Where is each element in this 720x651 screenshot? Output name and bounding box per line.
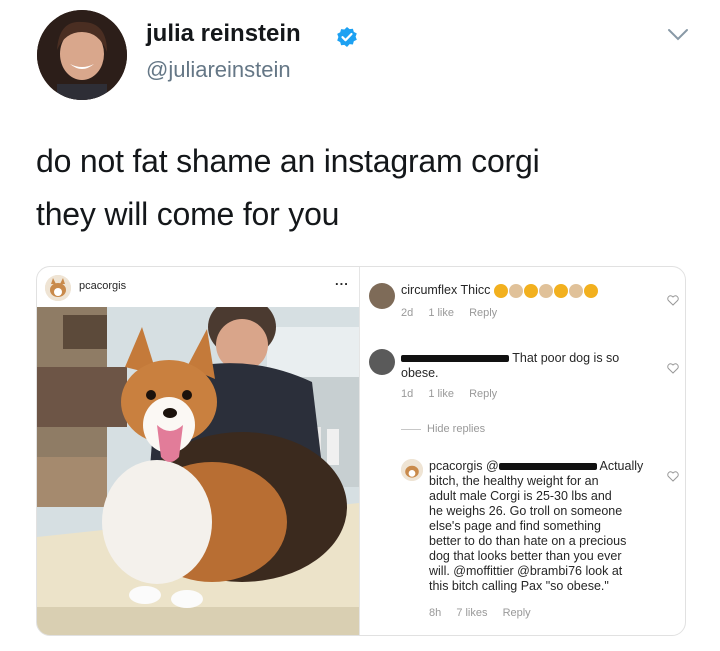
reply-line: he weighs 26. Go troll on someone: [429, 504, 623, 518]
comment-1-username[interactable]: circumflex: [401, 283, 457, 297]
reply-time: 8h: [429, 607, 442, 619]
heart-icon[interactable]: [667, 363, 679, 374]
heart-icon[interactable]: [667, 295, 679, 306]
embedded-instagram-screenshot: pcacorgis ... circumflex Thicc 2d 1 like…: [36, 266, 686, 636]
comment-1-likes[interactable]: 1 like: [428, 307, 454, 319]
heart-eyes-emoji-icon: [553, 283, 568, 298]
post-author-avatar[interactable]: [45, 275, 71, 301]
tweet-text-line-2: they will come for you: [36, 196, 340, 232]
reply-author-avatar[interactable]: [401, 459, 423, 481]
reply-line: bitch, the healthy weight for an: [429, 474, 599, 488]
comment-2-reply-button[interactable]: Reply: [469, 388, 497, 400]
corgi-photo: [37, 307, 359, 635]
comment-1-meta: 2d 1 like Reply: [401, 307, 509, 319]
chevron-down-icon[interactable]: [667, 28, 689, 42]
redacted-mention: [498, 463, 597, 471]
user-handle[interactable]: @juliareinstein: [146, 57, 291, 83]
heart-eyes-emoji-icon: [523, 283, 538, 298]
comment-2-text-line-2: obese.: [401, 366, 439, 380]
comment-2-text-line-1: That poor dog is so: [512, 351, 620, 365]
heart-icon[interactable]: [667, 471, 679, 482]
commenter-avatar[interactable]: [369, 349, 395, 375]
dog-face-emoji-icon: [508, 283, 523, 298]
reply-line: dog that looks better than you ever: [429, 549, 622, 563]
reply-likes[interactable]: 7 likes: [456, 607, 487, 619]
comment-1-time: 2d: [401, 307, 414, 319]
reply-line: else's page and find something: [429, 519, 601, 533]
comment-2-likes[interactable]: 1 like: [428, 388, 454, 400]
reply-meta: 8h 7 likes Reply: [429, 607, 543, 619]
redacted-username: [401, 355, 509, 363]
heart-eyes-emoji-icon: [583, 283, 598, 298]
more-options-icon[interactable]: ...: [335, 273, 349, 288]
tweet-text-line-1: do not fat shame an instagram corgi: [36, 143, 540, 179]
comment-1-text: Thicc: [460, 283, 491, 297]
reply-reply-button[interactable]: Reply: [503, 607, 531, 619]
reply-line: better to do than hate on a precious: [429, 534, 627, 548]
reply-first-word: Actually: [599, 459, 644, 473]
comment-2: That poor dog is so obese.: [401, 351, 671, 381]
display-name[interactable]: julia reinstein: [146, 20, 301, 48]
hide-replies-link[interactable]: Hide replies: [427, 423, 485, 435]
reply-username[interactable]: pcacorgis: [429, 459, 483, 473]
profile-avatar[interactable]: [37, 10, 127, 100]
reply-mention-prefix: @: [485, 459, 499, 473]
divider: [401, 429, 421, 430]
comment-1: circumflex Thicc: [401, 283, 599, 298]
reply-comment: pcacorgis @ Actually bitch, the healthy …: [429, 459, 669, 594]
post-username[interactable]: pcacorgis: [79, 280, 126, 292]
reply-line: will. @moffittier @brambi76 look at: [429, 564, 623, 578]
verified-badge-icon: [336, 26, 358, 48]
comment-2-meta: 1d 1 like Reply: [401, 388, 509, 400]
reply-line: adult male Corgi is 25-30 lbs and: [429, 489, 612, 503]
instagram-comments-panel: circumflex Thicc 2d 1 like Reply That po…: [367, 267, 685, 635]
dog-face-emoji-icon: [568, 283, 583, 298]
comment-2-time: 1d: [401, 388, 414, 400]
dog-face-emoji-icon: [538, 283, 553, 298]
commenter-avatar[interactable]: [369, 283, 395, 309]
heart-eyes-emoji-icon: [493, 283, 508, 298]
comment-1-reply-button[interactable]: Reply: [469, 307, 497, 319]
reply-line: this bitch calling Pax "so obese.": [429, 579, 609, 593]
instagram-post-panel: pcacorgis ...: [37, 267, 360, 635]
